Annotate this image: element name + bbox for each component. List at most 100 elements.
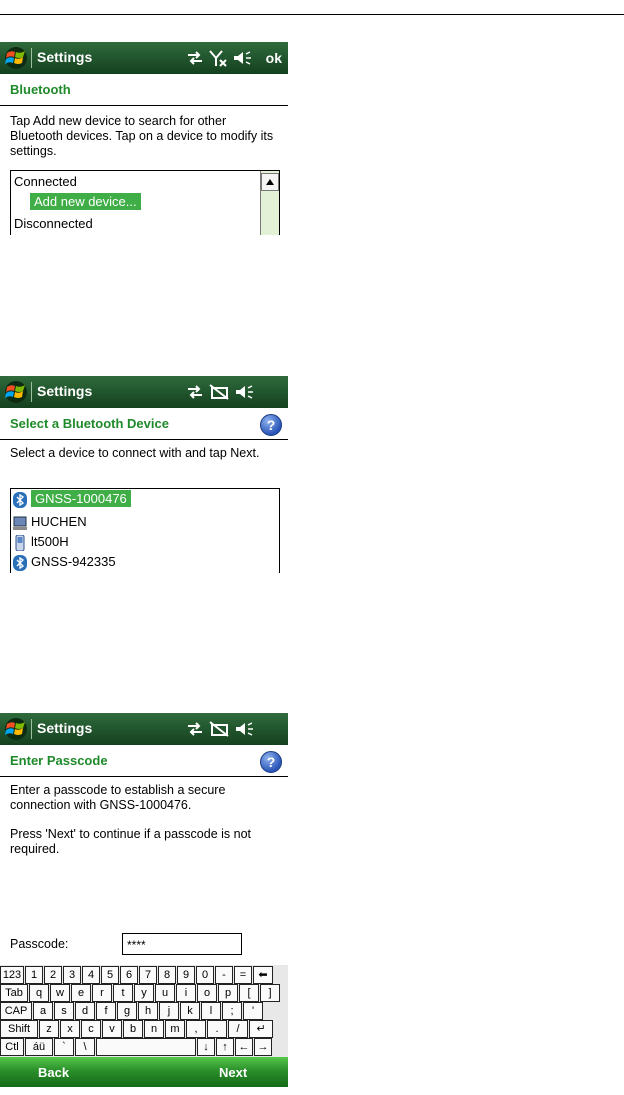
device-name: GNSS-1000476 (31, 490, 131, 507)
key[interactable]: n (144, 1020, 164, 1038)
key[interactable]: p (218, 984, 238, 1002)
key[interactable]: ⬅ (253, 966, 273, 984)
heading-text: Select a Bluetooth Device (10, 416, 169, 431)
volume-icon[interactable] (234, 721, 254, 737)
key[interactable]: 123 (0, 966, 24, 984)
key[interactable]: j (159, 1002, 179, 1020)
key[interactable]: ] (260, 984, 280, 1002)
key[interactable]: ' (243, 1002, 263, 1020)
key[interactable]: / (228, 1020, 248, 1038)
passcode-label: Passcode: (10, 937, 69, 951)
key[interactable]: t (113, 984, 133, 1002)
key[interactable]: ← (235, 1038, 253, 1056)
device-item-gnss-1000476[interactable]: GNSS-1000476 (13, 490, 131, 508)
key[interactable]: f (96, 1002, 116, 1020)
key[interactable]: \ (75, 1038, 95, 1056)
help-button[interactable]: ? (260, 751, 282, 773)
device-list[interactable]: Connected Add new device... Disconnected (10, 170, 280, 235)
key[interactable]: u (155, 984, 175, 1002)
title-bar: Settings (0, 376, 288, 408)
key[interactable]: Shift (0, 1020, 38, 1038)
key[interactable]: . (207, 1020, 227, 1038)
phone-off-icon[interactable] (208, 383, 230, 401)
key[interactable]: v (102, 1020, 122, 1038)
key[interactable]: l (201, 1002, 221, 1020)
space-key[interactable] (96, 1038, 196, 1056)
key[interactable]: c (81, 1020, 101, 1038)
device-item-lt500h[interactable]: lt500H (13, 534, 69, 551)
key[interactable]: 5 (101, 966, 119, 984)
ok-button[interactable]: ok (266, 50, 282, 66)
key[interactable]: áü (25, 1038, 53, 1056)
key[interactable]: 3 (63, 966, 81, 984)
key[interactable]: - (215, 966, 233, 984)
signal-off-icon[interactable] (208, 49, 228, 67)
key[interactable]: q (29, 984, 49, 1002)
volume-icon[interactable] (232, 50, 252, 66)
scroll-up-icon[interactable] (261, 173, 279, 191)
key[interactable]: 4 (82, 966, 100, 984)
device-item-huchen[interactable]: HUCHEN (13, 514, 87, 531)
key[interactable]: a (33, 1002, 53, 1020)
key[interactable]: CAP (0, 1002, 32, 1020)
key[interactable]: 9 (177, 966, 195, 984)
list-item-disconnected[interactable]: Disconnected (14, 216, 93, 231)
key[interactable]: s (54, 1002, 74, 1020)
phone-off-icon[interactable] (208, 720, 230, 738)
key[interactable]: , (186, 1020, 206, 1038)
key[interactable]: k (180, 1002, 200, 1020)
instructions-text: Select a device to connect with and tap … (10, 446, 260, 460)
key[interactable]: 7 (139, 966, 157, 984)
key[interactable]: ↓ (197, 1038, 215, 1056)
device-list[interactable]: GNSS-1000476 HUCHEN lt500H GNSS-942335 (10, 488, 280, 573)
key[interactable]: e (71, 984, 91, 1002)
key[interactable]: b (123, 1020, 143, 1038)
key[interactable]: 1 (25, 966, 43, 984)
key[interactable]: d (75, 1002, 95, 1020)
key[interactable]: → (254, 1038, 272, 1056)
key[interactable]: [ (239, 984, 259, 1002)
title-bar: Settings ok (0, 42, 288, 74)
key[interactable]: h (138, 1002, 158, 1020)
select-device-screen: Settings Select a Bluetooth Device ? Sel… (0, 376, 288, 576)
key[interactable]: z (39, 1020, 59, 1038)
key[interactable]: ` (54, 1038, 74, 1056)
key[interactable]: 2 (44, 966, 62, 984)
connectivity-icon[interactable] (186, 384, 204, 400)
key[interactable]: 0 (196, 966, 214, 984)
windows-start-icon[interactable] (3, 380, 29, 404)
key[interactable]: 6 (120, 966, 138, 984)
windows-start-icon[interactable] (3, 717, 29, 741)
key[interactable]: Ctl (0, 1038, 24, 1056)
key[interactable]: o (197, 984, 217, 1002)
help-button[interactable]: ? (260, 414, 282, 436)
connectivity-icon[interactable] (186, 721, 204, 737)
volume-icon[interactable] (234, 384, 254, 400)
device-item-gnss-942335[interactable]: GNSS-942335 (13, 554, 116, 571)
passcode-input[interactable]: **** (122, 933, 242, 955)
key[interactable]: Tab (0, 984, 28, 1002)
heading-text: Bluetooth (10, 82, 71, 97)
list-item-connected[interactable]: Connected (14, 174, 77, 189)
key[interactable]: ↵ (249, 1020, 273, 1038)
key[interactable]: = (234, 966, 252, 984)
key[interactable]: i (176, 984, 196, 1002)
key[interactable]: 8 (158, 966, 176, 984)
key[interactable]: r (92, 984, 112, 1002)
window-title: Settings (37, 720, 93, 736)
add-new-device-item[interactable]: Add new device... (30, 193, 141, 210)
device-name: HUCHEN (31, 514, 87, 529)
key[interactable]: w (50, 984, 70, 1002)
key[interactable]: y (134, 984, 154, 1002)
status-icons (186, 713, 254, 745)
key[interactable]: ; (222, 1002, 242, 1020)
key[interactable]: m (165, 1020, 185, 1038)
key[interactable]: ↑ (216, 1038, 234, 1056)
connectivity-icon[interactable] (186, 50, 204, 66)
next-softkey[interactable]: Next (219, 1065, 247, 1080)
back-softkey[interactable]: Back (38, 1065, 69, 1080)
windows-start-icon[interactable] (3, 46, 29, 70)
key[interactable]: x (60, 1020, 80, 1038)
key[interactable]: g (117, 1002, 137, 1020)
vertical-scrollbar[interactable] (260, 171, 279, 235)
